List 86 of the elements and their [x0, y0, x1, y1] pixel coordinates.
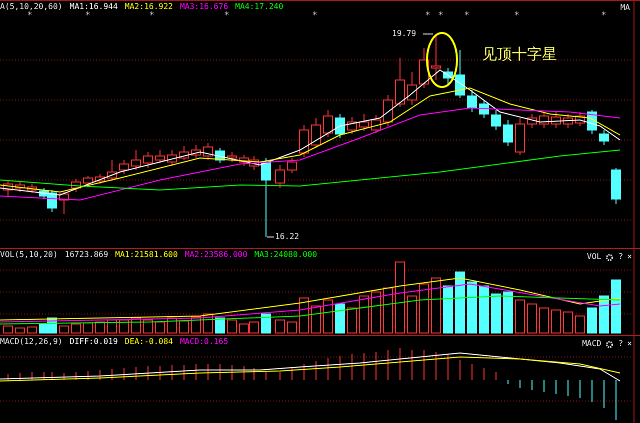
candlestick — [563, 114, 573, 128]
candlestick — [455, 50, 465, 98]
candlestick — [503, 120, 513, 146]
candlestick — [299, 124, 309, 158]
ma-value: MA2:23586.000 — [184, 250, 248, 260]
candlestick — [539, 112, 549, 128]
candlestick — [467, 90, 477, 112]
candlestick — [215, 148, 225, 164]
ma-value: MA1:16.944 — [70, 2, 118, 11]
signal-marker: * — [312, 12, 318, 21]
candlestick — [275, 164, 285, 188]
candlestick — [419, 48, 429, 88]
candlestick — [575, 112, 585, 126]
candlestick — [371, 114, 381, 134]
candlestick — [15, 182, 25, 192]
candlestick — [443, 68, 453, 86]
candlestick — [227, 152, 237, 162]
high-price-label: 19.79 — [392, 29, 416, 39]
candlestick — [491, 110, 501, 130]
signal-marker: * — [27, 12, 32, 21]
candlestick — [107, 160, 117, 182]
candlestick — [131, 150, 141, 170]
help-button[interactable]: ? — [618, 339, 624, 349]
signal-marker: * — [438, 12, 444, 21]
candlestick — [249, 156, 259, 170]
candlestick — [179, 146, 189, 160]
leader-line — [266, 236, 274, 238]
candlestick — [347, 116, 357, 134]
macd-value: DEA:-0.084 — [124, 337, 173, 347]
candlestick — [119, 160, 129, 174]
candlestick — [359, 114, 369, 132]
signal-marker: * — [514, 12, 520, 21]
ma-value: MA3:16.676 — [180, 2, 228, 11]
candlestick — [611, 168, 621, 204]
highlight-ellipse — [426, 32, 458, 88]
candlestick — [599, 130, 609, 146]
candlestick — [95, 174, 105, 184]
candlestick — [167, 150, 177, 166]
signal-marker: * — [464, 12, 470, 21]
signal-marker: * — [224, 12, 230, 21]
candlestick — [515, 118, 525, 156]
candlestick — [383, 94, 393, 126]
panel-label: VOL — [586, 252, 602, 262]
candlestick — [203, 142, 213, 160]
ma-value: MA4:17.240 — [235, 2, 284, 12]
candlestick — [323, 110, 333, 138]
candlestick — [395, 58, 405, 108]
candlestick — [239, 154, 249, 166]
candlestick — [71, 178, 81, 192]
macd-value: MACD:0.165 — [180, 337, 228, 347]
close-button[interactable]: × — [627, 339, 632, 349]
candlestick — [335, 114, 345, 138]
annotation-text: 见顶十字星 — [482, 45, 557, 63]
candlestick — [431, 34, 441, 80]
signal-marker: * — [425, 12, 430, 21]
ma-value: MA1:21581.600 — [115, 250, 178, 260]
candlestick — [83, 176, 93, 186]
panel-label: MACD — [582, 339, 602, 349]
indicator-label: MACD(12,26,9) — [0, 337, 63, 347]
ma-label: MA — [620, 3, 630, 13]
signal-marker: * — [85, 12, 90, 21]
candlestick — [407, 72, 417, 106]
signal-marker: * — [601, 12, 606, 21]
settings-icon[interactable] — [605, 252, 614, 262]
candlestick — [287, 158, 297, 174]
candlestick — [479, 100, 489, 118]
ma-value: MA2:16.922 — [124, 2, 173, 11]
help-button[interactable]: ? — [618, 252, 624, 262]
macd-value: DIFF:0.019 — [70, 337, 118, 347]
candlestick — [527, 114, 537, 128]
ma-value: MA3:24080.000 — [254, 250, 318, 260]
settings-icon[interactable] — [605, 340, 614, 348]
close-button[interactable]: × — [627, 252, 632, 262]
indicator-label: VOL(5,10,20) — [0, 250, 58, 260]
low-price-label: 16.22 — [275, 232, 300, 242]
candlestick — [3, 180, 13, 196]
signal-marker: * — [149, 12, 154, 21]
candlestick — [155, 150, 165, 164]
candlestick — [551, 112, 561, 128]
indicator-label: A(5,10,20,60) — [0, 2, 63, 11]
candlestick — [311, 118, 321, 148]
candlestick — [59, 192, 69, 214]
candlestick — [191, 144, 201, 158]
volume-value: 16723.869 — [64, 250, 108, 260]
candlestick — [143, 152, 153, 168]
candlestick — [27, 184, 37, 194]
